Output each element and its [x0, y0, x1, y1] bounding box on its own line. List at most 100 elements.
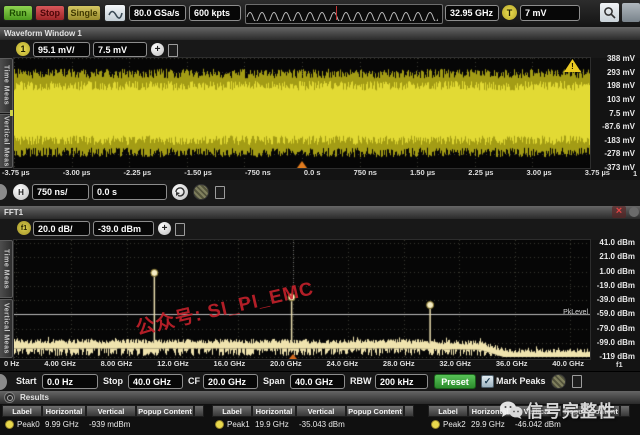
- vertical-offset-field[interactable]: 7.5 mV: [93, 42, 147, 57]
- peripheral-icon-2[interactable]: [215, 186, 225, 199]
- col-horizontal[interactable]: Horizontal: [42, 405, 86, 417]
- x-tick: 3.00 µs: [527, 168, 552, 179]
- peaks-settings-icon[interactable]: [551, 374, 566, 389]
- y-tick: -59.0 dBm: [591, 309, 637, 318]
- fft-window-titlebar[interactable]: FFT1: [0, 206, 640, 219]
- single-button[interactable]: Single: [67, 5, 101, 21]
- peak-table-1: Label Horizontal Vertical Popup Content …: [212, 405, 414, 431]
- run-button[interactable]: Run: [3, 5, 33, 21]
- wave-glyph: [107, 7, 123, 19]
- vertical-scale-field[interactable]: 95.1 mV/: [33, 42, 90, 57]
- col-label[interactable]: Label: [2, 405, 42, 417]
- mark-peaks-label[interactable]: Mark Peaks: [496, 376, 546, 386]
- channel-trace-label: 1: [633, 169, 637, 178]
- fft-tab-vertical-meas[interactable]: Vertical Meas: [0, 299, 13, 358]
- trigger-badge[interactable]: T: [502, 5, 517, 20]
- col-spare: [620, 405, 630, 417]
- stop-label: Stop: [103, 376, 123, 386]
- cf-label: CF: [188, 376, 200, 386]
- peak-table-0: Label Horizontal Vertical Popup Content …: [2, 405, 204, 431]
- peak-dot: [215, 420, 224, 429]
- cf-field[interactable]: 20.0 GHz: [203, 374, 258, 389]
- waveform-window-titlebar[interactable]: Waveform Window 1: [0, 27, 640, 40]
- waveform-preview-strip[interactable]: [245, 4, 443, 24]
- col-popup[interactable]: Popup Content: [136, 405, 194, 417]
- x-tick: 32.0 GHz: [439, 359, 471, 370]
- x-tick: 3.75 µs: [585, 168, 610, 179]
- x-tick: 750 ns: [354, 168, 377, 179]
- close-button[interactable]: ×: [612, 206, 626, 218]
- rbw-label: RBW: [350, 376, 372, 386]
- trigger-level-field[interactable]: 7 mV: [520, 5, 580, 21]
- col-spare: [404, 405, 414, 417]
- x-tick: 0.0 s: [304, 168, 321, 179]
- fft-offset-field[interactable]: -39.0 dBm: [93, 221, 154, 236]
- peripheral-icon-3[interactable]: [175, 223, 185, 236]
- y-tick: 293 mV: [591, 68, 637, 77]
- tab-time-meas[interactable]: Time Meas: [0, 58, 13, 113]
- preview-wave: [246, 5, 438, 21]
- results-gear-icon[interactable]: [4, 392, 15, 403]
- col-horizontal[interactable]: Horizontal: [252, 405, 296, 417]
- sample-rate-field[interactable]: 80.0 GSa/s: [129, 5, 186, 21]
- timebase-position-field[interactable]: 0.0 s: [92, 184, 167, 200]
- add-channel-button[interactable]: +: [151, 43, 164, 56]
- col-vertical[interactable]: Vertical: [86, 405, 136, 417]
- y-tick: 388 mV: [591, 54, 637, 63]
- bandwidth-field[interactable]: 32.95 GHz: [445, 5, 499, 21]
- preset-button[interactable]: Preset: [434, 374, 476, 389]
- x-tick: -3.75 µs: [2, 168, 30, 179]
- x-tick: 24.0 GHz: [326, 359, 358, 370]
- fft-trace-badge[interactable]: f1: [17, 221, 31, 235]
- y-tick: -87.6 mV: [591, 122, 637, 131]
- waveform-window-title: Waveform Window 1: [4, 29, 82, 38]
- fft-trace-label: f1: [616, 360, 623, 369]
- acquisition-mode-icon[interactable]: [193, 184, 209, 200]
- stop-button[interactable]: Stop: [35, 5, 65, 21]
- channel1-badge[interactable]: 1: [16, 42, 30, 56]
- peripheral-icon[interactable]: [168, 44, 178, 57]
- y-tick: 7.5 mV: [591, 109, 637, 118]
- mark-peaks-checkbox[interactable]: ✓: [481, 375, 494, 388]
- fft-tab-time-meas[interactable]: Time Meas: [0, 240, 13, 298]
- timebase-scale-field[interactable]: 750 ns/: [32, 184, 89, 200]
- add-function-button[interactable]: +: [158, 222, 171, 235]
- time-plot-canvas[interactable]: [14, 58, 590, 168]
- preview-cursor[interactable]: [336, 6, 337, 20]
- x-tick: 16.0 GHz: [214, 359, 246, 370]
- results-title: Results: [20, 393, 49, 402]
- search-icon[interactable]: [600, 3, 619, 22]
- stop-field[interactable]: 40.0 GHz: [128, 374, 183, 389]
- zoom-mode-icon[interactable]: [172, 184, 188, 200]
- x-tick: 1.50 µs: [410, 168, 435, 179]
- corner-watermark: 信号完整性: [499, 397, 616, 422]
- col-popup[interactable]: Popup Content: [346, 405, 404, 417]
- y-tick: 41.0 dBm: [591, 238, 637, 247]
- col-label[interactable]: Label: [212, 405, 252, 417]
- memory-depth-field[interactable]: 600 kpts: [189, 5, 241, 21]
- tab-vertical-meas[interactable]: Vertical Meas: [0, 114, 13, 168]
- fft-window-title: FFT1: [4, 208, 23, 217]
- x-tick: 4.00 GHz: [44, 359, 76, 370]
- clipped-panel-icon[interactable]: [622, 3, 640, 22]
- horizontal-badge[interactable]: H: [13, 184, 29, 200]
- table-row-peak0[interactable]: Peak0 9.99 GHz -939 mdBm: [2, 417, 204, 431]
- fft-scale-field[interactable]: 20.0 dB/: [33, 221, 90, 236]
- window-control-icon[interactable]: [629, 207, 639, 217]
- col-vertical[interactable]: Vertical: [296, 405, 346, 417]
- y-tick: 103 mV: [591, 95, 637, 104]
- auto-setup-icon[interactable]: [104, 4, 126, 22]
- x-tick: -1.50 µs: [184, 168, 212, 179]
- col-label[interactable]: Label: [428, 405, 468, 417]
- y-tick: -183 mV: [591, 136, 637, 145]
- peripheral-icon-4[interactable]: [572, 375, 582, 388]
- table-row-peak1[interactable]: Peak1 19.9 GHz -35.043 dBm: [212, 417, 414, 431]
- peak-dot: [431, 420, 440, 429]
- y-tick: -119 dBm: [591, 352, 637, 361]
- x-tick: 8.00 GHz: [101, 359, 133, 370]
- span-field[interactable]: 40.0 GHz: [290, 374, 345, 389]
- x-tick: 2.25 µs: [468, 168, 493, 179]
- rbw-field[interactable]: 200 kHz: [375, 374, 428, 389]
- pklevel-label: PkLevel: [544, 309, 588, 316]
- start-field[interactable]: 0.0 Hz: [42, 374, 98, 389]
